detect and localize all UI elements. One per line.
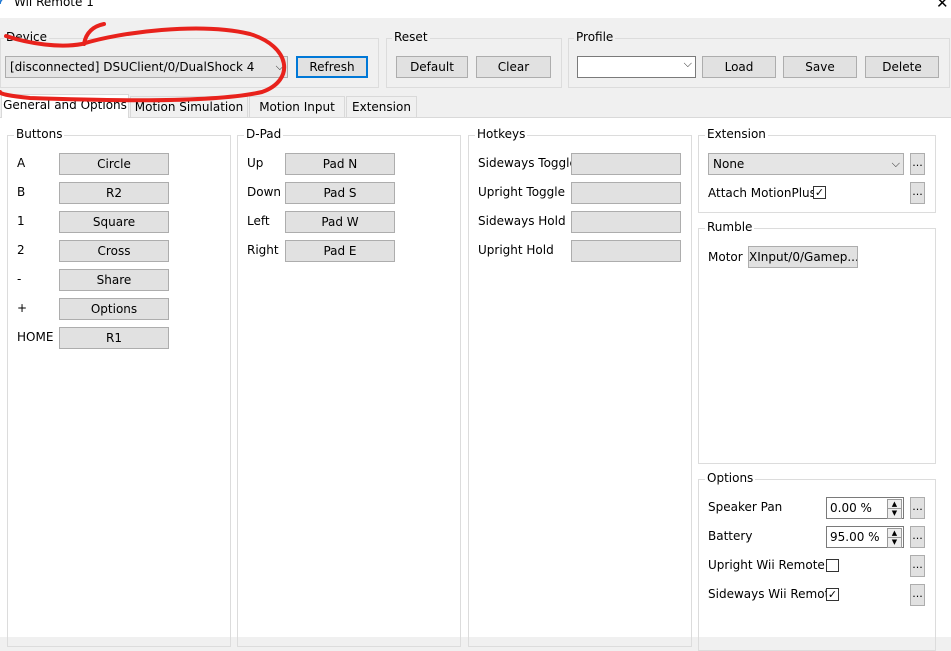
rumble-group-label: Rumble [705,220,755,234]
spin-down-icon[interactable]: ▼ [887,537,902,548]
battery-spinbox[interactable]: 95.00 % ▲ ▼ [826,526,904,548]
button-label-home: HOME [17,330,54,344]
extension-combo[interactable]: None ⌵ [708,153,904,175]
hotkey-upright-hold-mapping[interactable] [571,240,681,262]
dpad-right-mapping[interactable]: Pad E [285,240,395,262]
hotkey-label-sideways-hold: Sideways Hold [478,214,566,228]
extension-value: None [713,157,745,171]
dpad-up-mapping[interactable]: Pad N [285,153,395,175]
dpad-left-mapping[interactable]: Pad W [285,211,395,233]
tab-extension[interactable]: Extension [346,96,417,117]
hotkey-label-upright-hold: Upright Hold [478,243,554,257]
hotkey-sideways-hold-mapping[interactable] [571,211,681,233]
load-button[interactable]: Load [702,56,776,78]
device-combo[interactable]: [disconnected] DSUClient/0/DualShock 4 ⌵ [5,56,288,78]
battery-value: 95.00 % [830,530,880,544]
attach-motionplus-label: Attach MotionPlus [708,186,816,200]
button-home-mapping[interactable]: R1 [59,327,169,349]
sideways-wii-remote-label: Sideways Wii Remote [708,587,837,601]
speaker-pan-label: Speaker Pan [708,500,783,514]
sideways-more-button[interactable]: ... [910,584,925,606]
extension-group-label: Extension [705,127,768,141]
clear-button[interactable]: Clear [476,56,551,78]
extension-more-button[interactable]: ... [910,153,925,175]
button-minus-mapping[interactable]: Share [59,269,169,291]
buttons-group-label: Buttons [14,127,65,141]
hotkey-label-sideways-toggle: Sideways Toggle [478,156,577,170]
hotkey-label-upright-toggle: Upright Toggle [478,185,565,199]
button-label-a: A [17,156,26,170]
save-button[interactable]: Save [783,56,857,78]
dpad-label-left: Left [247,214,270,228]
tab-motion-simulation[interactable]: Motion Simulation [130,96,248,117]
button-label-1: 1 [17,214,25,228]
speaker-pan-more-button[interactable]: ... [910,497,925,519]
motor-label: Motor [708,250,743,264]
speaker-pan-spinbox[interactable]: 0.00 % ▲ ▼ [826,497,904,519]
options-group-label: Options [705,471,756,485]
button-1-mapping[interactable]: Square [59,211,169,233]
wiimote-app-icon [0,0,12,10]
dpad-label-up: Up [247,156,264,170]
hotkey-upright-toggle-mapping[interactable] [571,182,681,204]
default-button[interactable]: Default [396,56,468,78]
tab-motion-input[interactable]: Motion Input [249,96,345,117]
delete-button[interactable]: Delete [865,56,939,78]
chevron-down-icon: ⌵ [683,57,692,70]
dpad-label-down: Down [247,185,282,199]
title-bar [0,0,951,18]
button-label-plus: + [17,301,28,315]
motor-mapping[interactable]: XInput/0/Gamep... [748,246,858,268]
device-value: [disconnected] DSUClient/0/DualShock 4 [10,60,255,74]
hotkey-sideways-toggle-mapping[interactable] [571,153,681,175]
refresh-button[interactable]: Refresh [296,56,368,78]
reset-group-label: Reset [392,30,430,44]
battery-label: Battery [708,529,753,543]
button-b-mapping[interactable]: R2 [59,182,169,204]
spin-down-icon[interactable]: ▼ [887,508,902,519]
hotkeys-group-label: Hotkeys [475,127,528,141]
attach-motionplus-checkbox[interactable]: ✓ [813,186,826,199]
device-group-label: Device [4,30,50,44]
chevron-down-icon: ⌵ [891,157,900,170]
upright-wii-remote-label: Upright Wii Remote [708,558,825,572]
window-title: Wii Remote 1 [14,0,94,9]
dpad-down-mapping[interactable]: Pad S [285,182,395,204]
profile-combo[interactable]: ⌵ [577,56,696,78]
tab-general-and-options[interactable]: General and Options [1,94,129,118]
close-icon[interactable]: ✕ [936,0,949,12]
button-a-mapping[interactable]: Circle [59,153,169,175]
profile-group-label: Profile [574,30,616,44]
battery-more-button[interactable]: ... [910,526,925,548]
speaker-pan-value: 0.00 % [830,501,872,515]
button-2-mapping[interactable]: Cross [59,240,169,262]
button-label-b: B [17,185,26,199]
button-label-minus: - [17,272,22,286]
button-plus-mapping[interactable]: Options [59,298,169,320]
chevron-down-icon: ⌵ [275,60,284,73]
upright-more-button[interactable]: ... [910,555,925,577]
sideways-wii-remote-checkbox[interactable]: ✓ [826,588,839,601]
upright-wii-remote-checkbox[interactable] [826,559,839,572]
dpad-label-right: Right [247,243,279,257]
motionplus-more-button[interactable]: ... [910,182,925,204]
button-label-2: 2 [17,243,25,257]
dpad-group-label: D-Pad [244,127,284,141]
